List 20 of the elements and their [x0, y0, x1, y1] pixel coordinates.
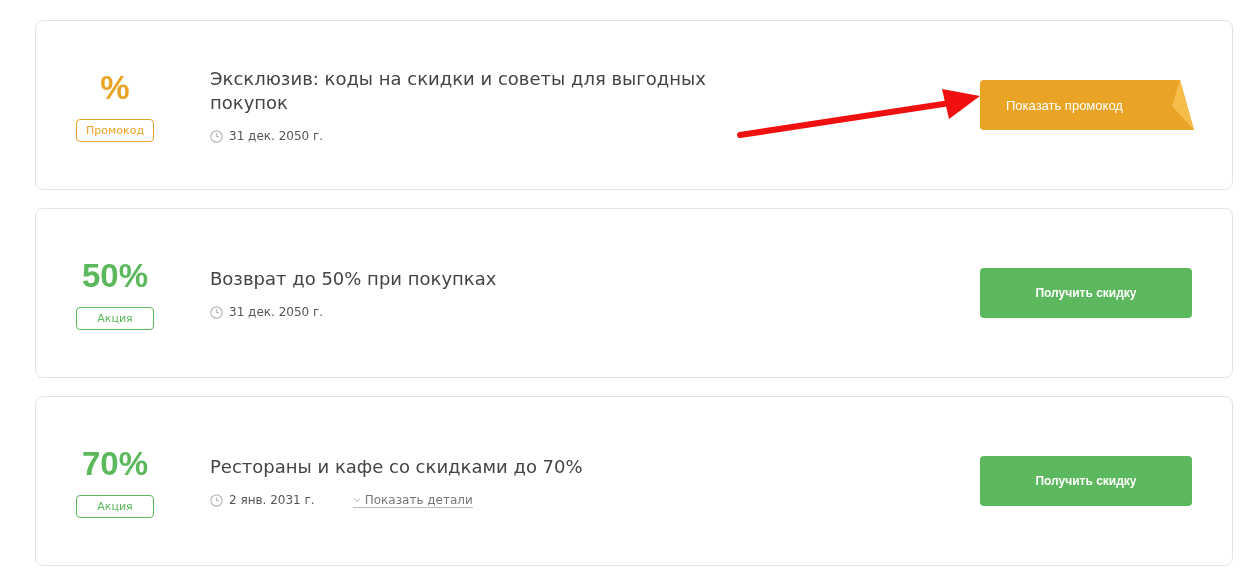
- offer-type-label: Акция: [76, 494, 154, 518]
- clock-icon: [210, 305, 223, 319]
- expiry-date: 31 дек. 2050 г.: [229, 129, 324, 143]
- get-discount-button[interactable]: Получить скидку: [980, 268, 1192, 318]
- expiry-date: 2 янв. 2031 г.: [229, 493, 315, 507]
- chevron-down-icon: [352, 496, 361, 503]
- clock-icon: [210, 493, 223, 507]
- show-details-link[interactable]: Показать детали: [352, 492, 473, 508]
- discount-value: 50%: [81, 256, 149, 295]
- offer-type-label: Акция: [76, 306, 154, 330]
- discount-value: 70%: [81, 444, 149, 483]
- offer-title: Возврат до 50% при покупках: [210, 267, 498, 291]
- get-discount-button[interactable]: Получить скидку: [980, 456, 1192, 506]
- expiry-date: 31 дек. 2050 г.: [229, 305, 324, 319]
- offer-title: Рестораны и кафе со скидками до 70%: [210, 454, 584, 479]
- clock-icon: [210, 129, 223, 143]
- offer-title: Эксклюзив: коды на скидки и советы для выгодных покупок: [210, 67, 707, 115]
- discount-value: %: [100, 68, 130, 107]
- show-promo-code-button[interactable]: Показать промокод: [980, 80, 1194, 130]
- offer-type-label: Промокод: [76, 118, 154, 142]
